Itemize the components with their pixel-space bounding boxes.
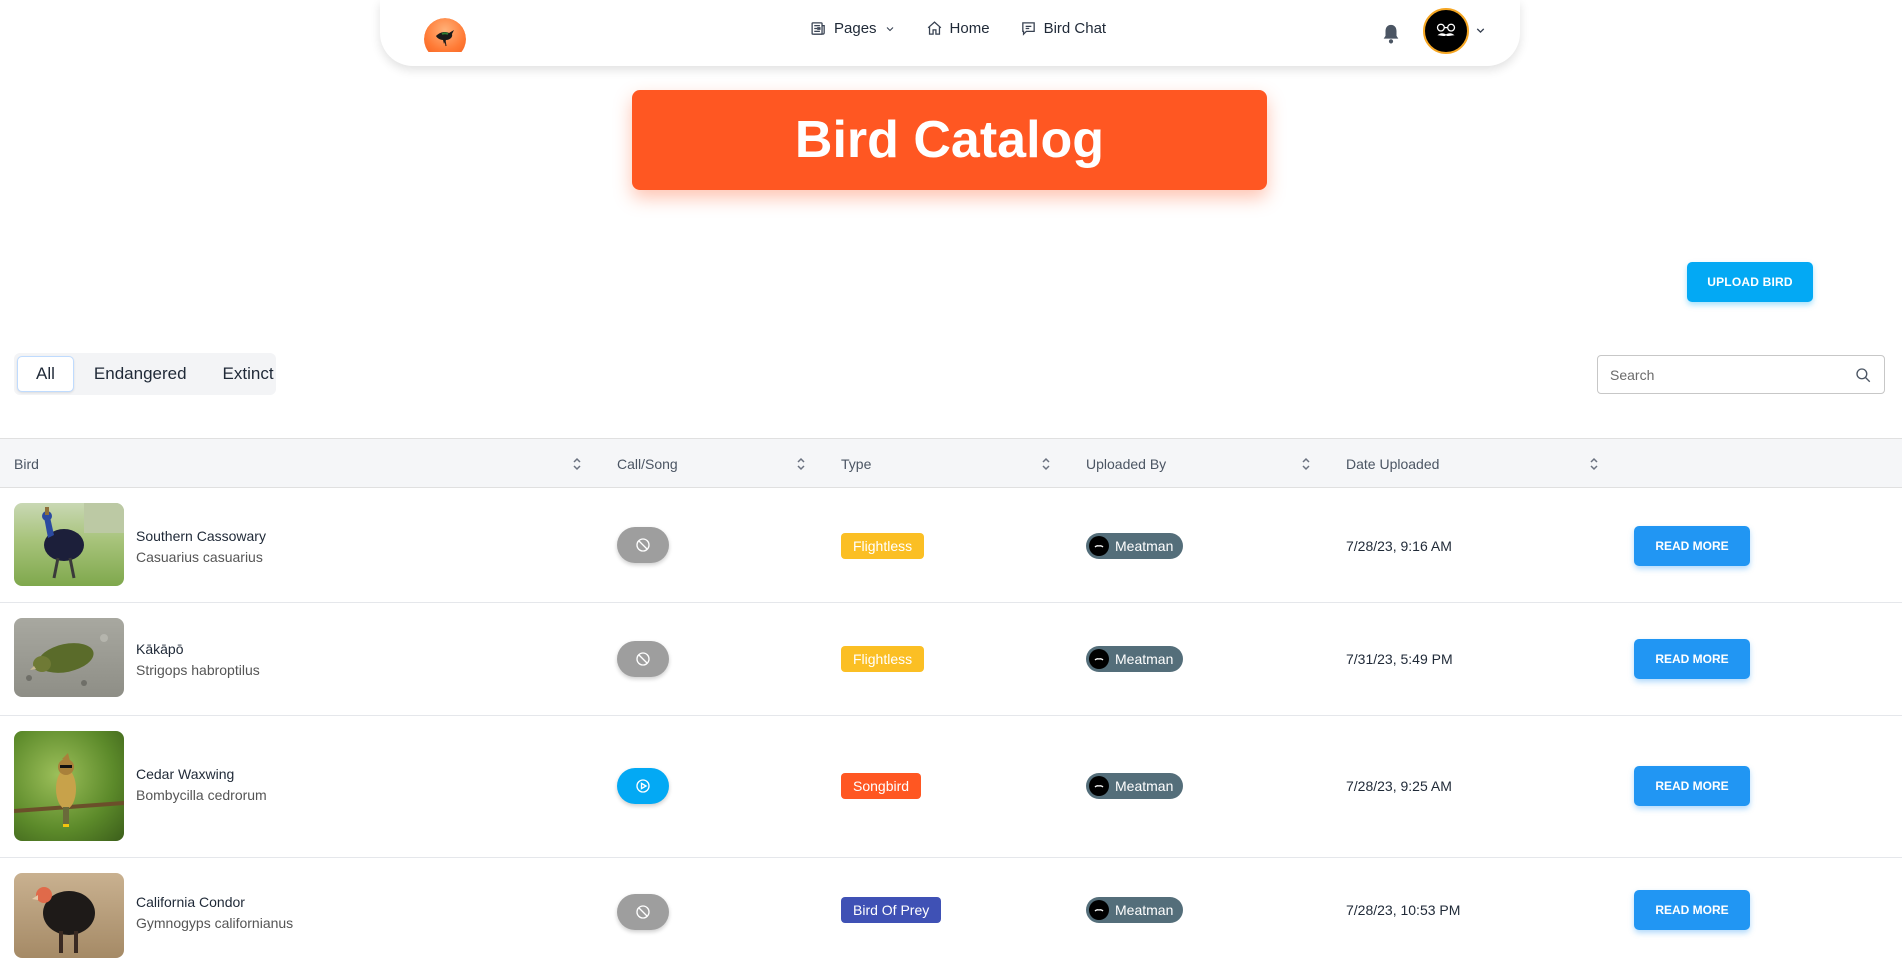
- type-chip: Songbird: [841, 773, 922, 799]
- type-chip: Flightless: [841, 646, 925, 672]
- bird-scientific-name: Gymnogyps californianus: [136, 915, 294, 931]
- filter-tabs: All Endangered Extinct: [14, 353, 276, 395]
- home-icon: [927, 21, 941, 35]
- uploader-chip[interactable]: Meatman: [1086, 773, 1184, 799]
- nav-pages-label: Pages: [834, 20, 877, 37]
- sort-icon[interactable]: [796, 457, 806, 471]
- column-bird[interactable]: Bird: [14, 439, 39, 489]
- california-condor-picture: [32, 887, 95, 953]
- bird-common-name: Southern Cassowary: [136, 528, 266, 544]
- column-type[interactable]: Type: [841, 439, 871, 489]
- bird-scientific-name: Casuarius casuarius: [136, 549, 263, 565]
- bird-image: [14, 503, 124, 586]
- column-date-uploaded[interactable]: Date Uploaded: [1346, 439, 1439, 489]
- avatar: [1089, 776, 1109, 796]
- chevron-down-icon[interactable]: [1474, 24, 1487, 37]
- chat-icon: [1021, 22, 1035, 36]
- upload-bird-button[interactable]: UPLOAD BIRD: [1687, 262, 1813, 302]
- search-box: [1597, 355, 1885, 394]
- table-header: Bird Call/Song Type Uploaded By Date Upl…: [0, 438, 1902, 488]
- table-row[interactable]: California Condor Gymnogyps californianu…: [0, 858, 1902, 958]
- bird-scientific-name: Bombycilla cedrorum: [136, 787, 267, 803]
- read-more-button[interactable]: READ MORE: [1634, 766, 1750, 806]
- bird-common-name: Cedar Waxwing: [136, 766, 235, 782]
- uploader-chip[interactable]: Meatman: [1086, 533, 1184, 559]
- bird-image: [14, 873, 124, 958]
- bird-table: Bird Call/Song Type Uploaded By Date Upl…: [0, 438, 1902, 958]
- nav-home-label: Home: [949, 20, 990, 37]
- chevron-down-icon: [886, 26, 893, 31]
- date-uploaded: 7/28/23, 9:25 AM: [1346, 778, 1452, 794]
- bird-common-name: California Condor: [136, 894, 245, 910]
- uploader-chip[interactable]: Meatman: [1086, 646, 1184, 672]
- date-uploaded: 7/28/23, 9:16 AM: [1346, 538, 1452, 554]
- date-uploaded: 7/28/23, 10:53 PM: [1346, 902, 1461, 918]
- call-unavailable-button[interactable]: [617, 641, 669, 677]
- block-icon: [636, 538, 650, 552]
- nav-pages[interactable]: Pages: [810, 20, 896, 37]
- avatar: [1089, 536, 1109, 556]
- avatar: [1089, 649, 1109, 669]
- call-unavailable-button[interactable]: [617, 527, 669, 563]
- top-navbar: Pages Home Bird Chat: [380, 0, 1520, 66]
- call-unavailable-button[interactable]: [617, 894, 669, 930]
- uploader-name: Meatman: [1115, 902, 1174, 918]
- uploader-chip[interactable]: Meatman: [1086, 897, 1184, 923]
- uploader-name: Meatman: [1115, 538, 1174, 554]
- bird-image: [14, 618, 124, 697]
- nav-bird-chat[interactable]: Bird Chat: [1020, 20, 1107, 37]
- read-more-button[interactable]: READ MORE: [1634, 639, 1750, 679]
- search-icon[interactable]: [1854, 366, 1872, 384]
- block-icon: [636, 652, 650, 666]
- block-icon: [636, 905, 650, 919]
- user-avatar[interactable]: [1423, 8, 1469, 54]
- play-icon: [636, 779, 650, 793]
- mustache-face-icon: [1436, 23, 1456, 37]
- read-more-button[interactable]: READ MORE: [1634, 526, 1750, 566]
- bird-image: [14, 731, 124, 841]
- table-row[interactable]: Cedar Waxwing Bombycilla cedrorum Songbi…: [0, 716, 1902, 858]
- sort-icon[interactable]: [572, 457, 582, 471]
- play-call-button[interactable]: [617, 768, 669, 804]
- nav-home[interactable]: Home: [926, 20, 990, 37]
- uploader-name: Meatman: [1115, 778, 1174, 794]
- date-uploaded: 7/31/23, 5:49 PM: [1346, 651, 1453, 667]
- cedar-waxwing-picture: [14, 753, 124, 827]
- app-logo[interactable]: [424, 18, 466, 52]
- column-call-song[interactable]: Call/Song: [617, 439, 678, 489]
- cassowary-picture: [42, 503, 124, 579]
- sort-icon[interactable]: [1041, 457, 1051, 471]
- table-row[interactable]: Southern Cassowary Casuarius casuarius F…: [0, 488, 1902, 603]
- bird-common-name: Kākāpō: [136, 641, 184, 657]
- table-row[interactable]: Kākāpō Strigops habroptilus Flightless M…: [0, 603, 1902, 716]
- sort-icon[interactable]: [1301, 457, 1311, 471]
- uploader-name: Meatman: [1115, 651, 1174, 667]
- nav-bird-chat-label: Bird Chat: [1043, 20, 1107, 37]
- sort-icon[interactable]: [1589, 457, 1599, 471]
- page-title: Bird Catalog: [794, 111, 1105, 169]
- tab-endangered[interactable]: Endangered: [78, 356, 203, 392]
- type-chip: Flightless: [841, 533, 925, 559]
- read-more-button[interactable]: READ MORE: [1634, 890, 1750, 930]
- bird-scientific-name: Strigops habroptilus: [136, 662, 260, 678]
- avatar: [1089, 900, 1109, 920]
- catalog-banner: Bird Catalog: [632, 90, 1267, 190]
- newspaper-icon: [811, 22, 825, 35]
- tab-all[interactable]: All: [17, 356, 74, 392]
- bird-logo-icon: [436, 30, 454, 47]
- kakapo-picture: [26, 634, 108, 686]
- type-chip: Bird Of Prey: [841, 897, 942, 923]
- bell-icon[interactable]: [1380, 23, 1402, 45]
- search-input[interactable]: [1610, 366, 1854, 383]
- tab-extinct[interactable]: Extinct: [207, 356, 290, 392]
- column-uploaded-by[interactable]: Uploaded By: [1086, 439, 1166, 489]
